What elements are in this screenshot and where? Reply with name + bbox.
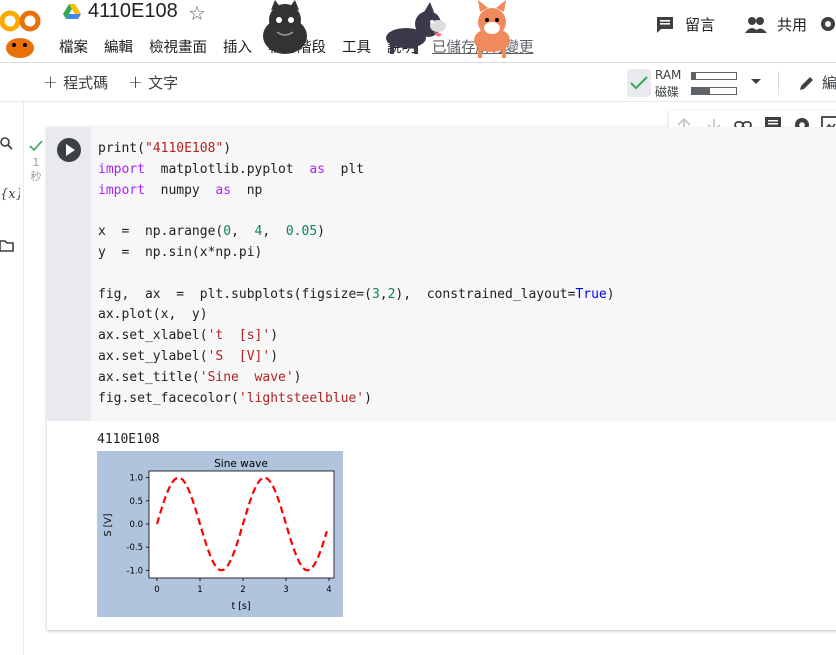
ram-label: RAM [655,68,682,82]
plus-icon: + [128,71,144,93]
search-icon[interactable] [0,137,16,153]
colab-logo[interactable] [0,4,48,60]
code-token: as [215,182,232,198]
code-line: import numpy as np [98,182,263,198]
code-token: 2 [387,286,396,302]
y-tick-label: 0.0 [129,520,143,530]
left-sidebar: {x} [0,62,24,655]
code-token: 'S [V]' [207,348,271,364]
run-cell-button[interactable] [57,138,81,162]
menu-tools[interactable]: 工具 [342,36,371,56]
plot-area [148,470,335,579]
code-token: True [575,286,607,302]
add-text-label: 文字 [148,74,179,92]
check-icon [630,76,648,90]
code-line: fig.set_facecolor('lightsteelblue') [98,390,372,406]
share-button[interactable]: 共用 [745,14,807,35]
y-axis-label: S [V] [103,514,114,537]
code-token: ) [223,141,232,156]
add-text-button[interactable]: + 文字 [128,72,178,93]
comment-icon [657,16,673,33]
code-line: x = np.arange(0, 4, 0.05) [98,224,325,240]
x-tick-label: 0 [154,585,159,595]
notebook-toolbar: + 程式碼 + 文字 RAM 磁碟 編 [0,62,836,102]
add-code-button[interactable]: + 程式碼 [43,72,108,93]
comment-label: 留言 [685,16,716,34]
run-gutter [47,127,91,421]
code-line: y = np.sin(x*np.pi) [98,244,263,260]
code-line: ax.set_title('Sine wave') [98,369,302,385]
edit-label: 編 [822,74,836,92]
disk-meter-fill [692,88,710,94]
code-token: 3 [371,286,380,302]
folder-icon[interactable] [0,238,16,254]
menu-view[interactable]: 檢視畫面 [149,36,207,56]
x-tick-label: 1 [197,585,202,595]
black-cat-decoration [263,0,307,54]
variables-icon[interactable]: {x} [0,185,20,201]
connected-status [627,69,651,97]
code-token: print( [98,141,145,156]
corgi-decoration [474,0,510,58]
gear-icon[interactable] [818,14,836,34]
pencil-icon [800,76,813,90]
x-tick-label: 3 [283,585,288,595]
comment-button[interactable]: 留言 [655,14,715,35]
x-axis-label: t [s] [231,601,250,612]
code-token: 0 [223,224,232,240]
people-icon [745,16,767,33]
code-line: ax.set_ylabel('S [V]') [98,348,279,364]
code-token: import [98,182,145,198]
menu-insert[interactable]: 插入 [223,36,252,56]
output-stdout: 4110E108 [97,432,160,447]
y-tick-label: -0.5 [126,543,143,553]
edit-button[interactable]: 編 [798,72,836,93]
disk-meter [691,87,737,95]
gray-dog-decoration [386,2,446,54]
add-code-label: 程式碼 [63,74,109,92]
code-editor[interactable]: print("4110E108") import matplotlib.pypl… [91,127,836,421]
code-token: 'Sine wave' [199,369,294,385]
execution-status: 1 秒 [27,140,45,184]
plus-icon: + [43,71,59,93]
ram-meter [691,72,737,80]
code-token: 't [s]' [207,328,271,344]
star-icon[interactable]: ☆ [188,1,206,25]
x-tick-label: 4 [326,585,331,595]
code-token: 4 [254,224,263,240]
code-token: import [98,161,145,177]
disk-label: 磁碟 [655,85,680,99]
code-line: print("4110E108") [98,139,836,160]
code-token: 0.05 [285,224,318,240]
code-line: import matplotlib.pyplot as plt [98,161,365,177]
code-line: ax.plot(x, y) [98,307,208,323]
code-token: "4110E108" [144,141,224,156]
resource-monitor[interactable]: RAM 磁碟 [627,67,777,99]
y-tick-label: 0.5 [129,497,143,507]
y-tick-label: -1.0 [126,566,143,576]
x-tick-label: 2 [240,585,245,595]
execution-time-unit: 秒 [30,170,42,183]
sine-wave-figure: Sine wave 01234 1.00.50.0-0.5-1.0 t [s] … [97,451,343,617]
notebook-title[interactable]: 4110E108 [88,0,178,23]
code-token: as [309,161,325,177]
code-line: ax.set_xlabel('t [s]') [98,328,279,344]
toolbar-divider [778,71,779,95]
y-tick-label: 1.0 [129,474,143,484]
menu-edit[interactable]: 編輯 [104,36,133,56]
ram-meter-fill [692,73,697,79]
code-line: fig, ax = plt.subplots(figsize=(3,2), co… [98,286,615,302]
svg-text:{x}: {x} [0,187,20,201]
check-icon [29,140,43,152]
menu-file[interactable]: 檔案 [59,36,88,56]
chevron-down-icon[interactable] [751,79,761,84]
code-token: 'lightsteelblue' [238,390,365,406]
chart-title: Sine wave [214,458,268,470]
header: 4110E108 ☆ 檔案 編輯 檢視畫面 插入 執行階段 工具 說明 已儲存所… [0,0,836,62]
execution-time: 1 [32,156,40,169]
google-drive-icon[interactable] [63,4,81,20]
share-label: 共用 [777,16,808,34]
